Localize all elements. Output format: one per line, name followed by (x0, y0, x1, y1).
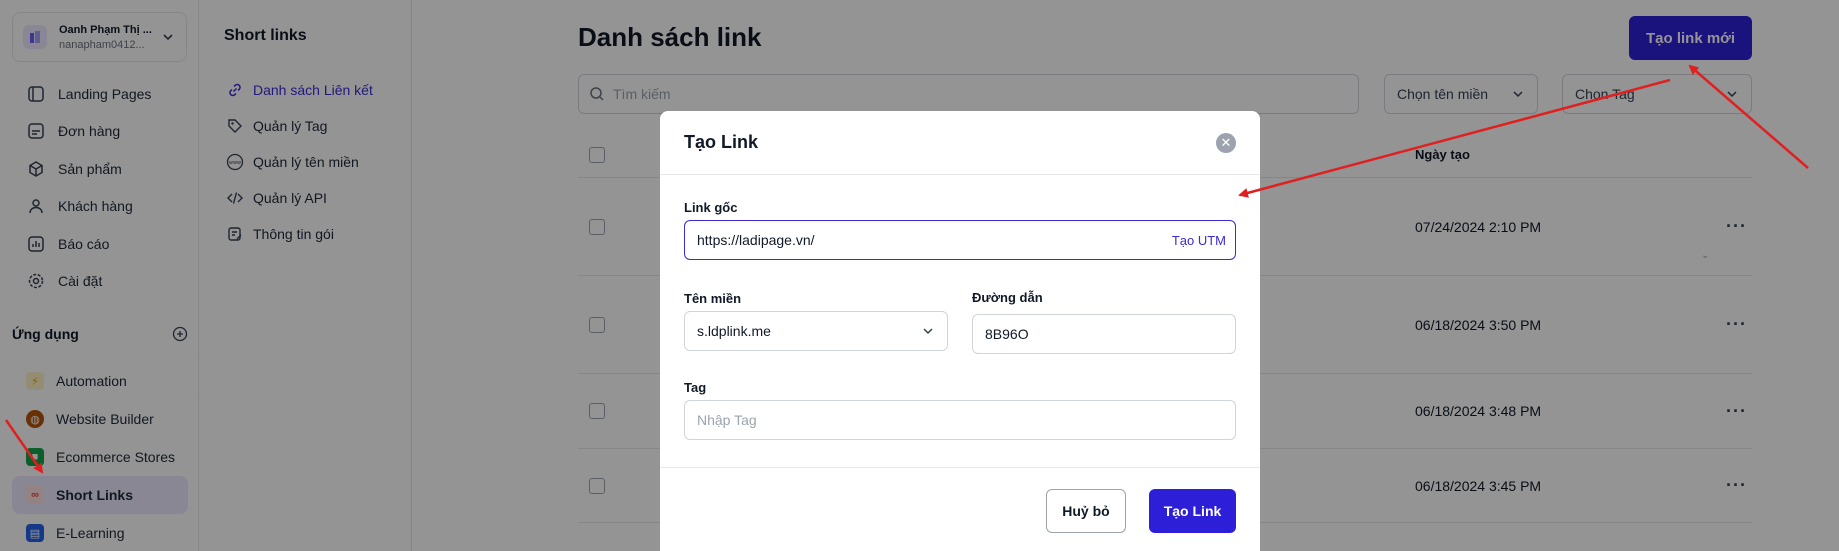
domain-label: Tên miền (684, 291, 742, 306)
create-utm-link[interactable]: Tạo UTM (1172, 233, 1226, 248)
cancel-button[interactable]: Huỷ bỏ (1046, 489, 1126, 533)
create-link-button[interactable]: Tạo Link (1149, 489, 1236, 533)
path-label: Đường dẫn (972, 290, 1043, 305)
tag-placeholder: Nhập Tag (697, 412, 757, 428)
original-link-input[interactable]: https://ladipage.vn/ Tạo UTM (684, 220, 1236, 260)
tag-label: Tag (684, 380, 707, 395)
domain-select[interactable]: s.ldplink.me (684, 311, 948, 351)
path-value: 8B96O (985, 326, 1029, 342)
tag-input[interactable]: Nhập Tag (684, 400, 1236, 440)
close-icon[interactable]: ✕ (1216, 132, 1236, 153)
original-link-label: Link gốc (684, 200, 738, 215)
chevron-down-icon (923, 328, 933, 335)
path-input[interactable]: 8B96O (972, 314, 1236, 354)
create-link-modal: Tạo Link ✕ Link gốc https://ladipage.vn/… (660, 111, 1260, 551)
original-link-value: https://ladipage.vn/ (697, 232, 815, 248)
domain-select-value: s.ldplink.me (697, 323, 771, 339)
modal-title: Tạo Link (684, 132, 759, 152)
modal-footer: Huỷ bỏ Tạo Link (660, 467, 1260, 551)
modal-header: Tạo Link ✕ (660, 111, 1260, 175)
